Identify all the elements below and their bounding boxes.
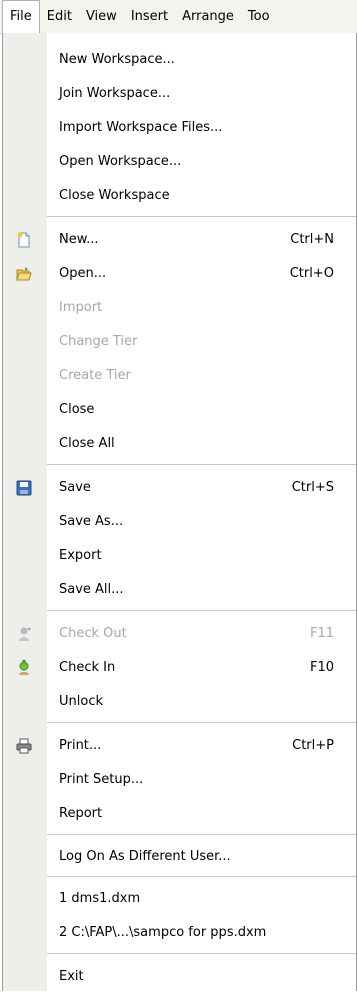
menu-item-unlock[interactable]: Unlock (3, 685, 356, 719)
menu-item-label: Import Workspace Files... (59, 120, 223, 135)
menu-item-label: Import (59, 300, 103, 315)
menu-item-log-on-as-different-user[interactable]: Log On As Different User... (3, 840, 356, 874)
menu-item-label: Export (59, 548, 102, 563)
menu-bar: File Edit View Insert Arrange Too (0, 0, 357, 34)
menu-separator (47, 876, 356, 877)
menu-item-label: Create Tier (59, 368, 131, 383)
menu-separator (47, 953, 356, 954)
menu-separator (47, 834, 356, 835)
menu-item-export[interactable]: Export (3, 539, 356, 573)
menu-item-report[interactable]: Report (3, 797, 356, 831)
menu-separator (47, 610, 356, 611)
menu-separator (47, 722, 356, 723)
menu-separator (47, 216, 356, 217)
menu-tools[interactable]: Too (241, 0, 277, 33)
menu-item-exit[interactable]: Exit (3, 960, 356, 994)
menu-item-create-tier: Create Tier (3, 359, 356, 393)
menu-item-print-setup[interactable]: Print Setup... (3, 763, 356, 797)
check-out-icon (15, 625, 33, 643)
menu-item-change-tier: Change Tier (3, 325, 356, 359)
check-in-icon (15, 659, 33, 677)
menu-item-label: Report (59, 806, 103, 821)
menu-view[interactable]: View (79, 0, 124, 33)
menu-item-close-all[interactable]: Close All (3, 427, 356, 461)
menu-item-check-in[interactable]: Check In F10 (3, 651, 356, 685)
menu-item-label: Log On As Different User... (59, 849, 231, 864)
menu-item-label: 1 dms1.dxm (59, 891, 141, 906)
printer-icon (15, 737, 33, 755)
menu-item-label: New Workspace... (59, 52, 175, 67)
menu-item-label: Print Setup... (59, 772, 144, 787)
menu-insert[interactable]: Insert (124, 0, 175, 33)
shortcut-label: Ctrl+S (291, 480, 334, 495)
menu-item-label: Open... (59, 266, 107, 281)
menu-item-close[interactable]: Close (3, 393, 356, 427)
menu-item-label: Check In (59, 660, 116, 675)
menu-item-new[interactable]: New... Ctrl+N (3, 223, 356, 257)
menu-item-save[interactable]: Save Ctrl+S (3, 471, 356, 505)
menu-item-open[interactable]: Open... Ctrl+O (3, 257, 356, 291)
menu-item-recent-file-2[interactable]: 2 C:\FAP\...\sampco for pps.dxm (3, 916, 356, 950)
menu-item-recent-file-1[interactable]: 1 dms1.dxm (3, 882, 356, 916)
menu-edit[interactable]: Edit (40, 0, 79, 33)
menu-item-open-workspace[interactable]: Open Workspace... (3, 145, 356, 179)
menu-item-label: Save (59, 480, 91, 495)
menu-arrange[interactable]: Arrange (175, 0, 241, 33)
menu-item-label: Open Workspace... (59, 154, 182, 169)
menu-item-label: Join Workspace... (59, 86, 171, 101)
menu-item-label: Unlock (59, 694, 103, 709)
shortcut-label: Ctrl+N (290, 232, 334, 247)
shortcut-label: Ctrl+P (292, 738, 334, 753)
menu-item-label: Exit (59, 969, 84, 984)
shortcut-label: Ctrl+O (289, 266, 334, 281)
menu-file[interactable]: File (2, 0, 40, 33)
menu-item-label: Save As... (59, 514, 124, 529)
open-folder-icon (15, 265, 33, 283)
menu-item-save-as[interactable]: Save As... (3, 505, 356, 539)
menu-item-label: Close (59, 402, 95, 417)
shortcut-label: F11 (309, 626, 334, 641)
menu-item-close-workspace[interactable]: Close Workspace (3, 179, 356, 213)
new-document-icon (15, 231, 33, 249)
menu-item-check-out: Check Out F11 (3, 617, 356, 651)
menu-item-label: New... (59, 232, 99, 247)
menu-item-label: Print... (59, 738, 102, 753)
menu-item-label: 2 C:\FAP\...\sampco for pps.dxm (59, 925, 267, 940)
menu-item-new-workspace[interactable]: New Workspace... (3, 43, 356, 77)
file-menu-dropdown: New Workspace... Join Workspace... Impor… (2, 33, 357, 991)
menu-item-label: Close All (59, 436, 115, 451)
menu-item-label: Check Out (59, 626, 127, 641)
save-disk-icon (15, 479, 33, 497)
menu-item-import-workspace-files[interactable]: Import Workspace Files... (3, 111, 356, 145)
menu-item-join-workspace[interactable]: Join Workspace... (3, 77, 356, 111)
menu-item-save-all[interactable]: Save All... (3, 573, 356, 607)
menu-item-print[interactable]: Print... Ctrl+P (3, 729, 356, 763)
shortcut-label: F10 (309, 660, 334, 675)
menu-separator (47, 464, 356, 465)
menu-item-import: Import (3, 291, 356, 325)
menu-item-label: Close Workspace (59, 188, 170, 203)
menu-item-label: Save All... (59, 582, 124, 597)
menu-item-label: Change Tier (59, 334, 138, 349)
